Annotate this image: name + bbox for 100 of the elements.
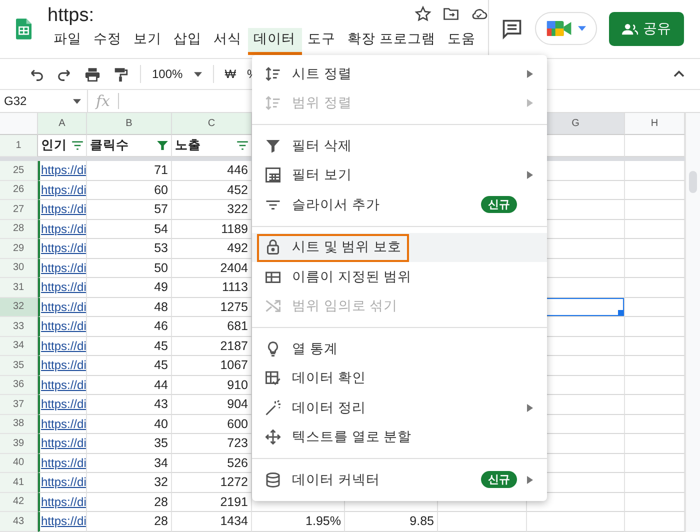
menu-item[interactable]: 슬라이서 추가 신규 (252, 190, 547, 220)
comment-icon[interactable] (501, 18, 523, 40)
table-cell: 50 (87, 258, 172, 278)
link-cell[interactable]: https://di (38, 258, 87, 278)
link-cell[interactable]: https://di (38, 376, 87, 395)
share-button[interactable]: 공유 (609, 12, 684, 46)
table-cell: 53 (87, 239, 172, 258)
caret-icon[interactable] (194, 72, 202, 76)
menu-item[interactable]: 시트 및 범위 보호 (252, 232, 547, 262)
row-number[interactable]: 28 (0, 220, 38, 239)
table-cell: 49 (87, 278, 172, 298)
table-cell: 28 (87, 492, 172, 512)
column-header[interactable]: B (87, 113, 172, 135)
link-cell[interactable]: https://di (38, 454, 87, 473)
row-number[interactable]: 39 (0, 434, 38, 454)
submenu-arrow-icon (527, 99, 533, 108)
menu-item[interactable]: 서식 (208, 28, 248, 55)
document-title[interactable]: https: (48, 5, 94, 27)
row-number[interactable]: 25 (0, 161, 38, 180)
menu-item[interactable]: 도구 (302, 28, 342, 55)
link-cell[interactable]: https://di (38, 239, 87, 258)
row-number[interactable]: 26 (0, 180, 38, 200)
sort-icon (264, 94, 282, 112)
submenu-arrow-icon (527, 476, 533, 484)
row-number[interactable]: 43 (0, 512, 38, 532)
name-box[interactable]: G32 (4, 94, 27, 108)
person-icon (622, 22, 638, 34)
filter-lines-icon[interactable] (237, 141, 248, 150)
funnel-icon[interactable] (157, 141, 168, 150)
new-badge: 신규 (481, 471, 517, 488)
table-cell: 54 (87, 220, 172, 239)
submenu-arrow-icon (527, 171, 533, 180)
link-cell[interactable]: https://di (38, 434, 87, 454)
link-cell[interactable]: https://di (38, 180, 87, 200)
column-header[interactable]: C (172, 113, 252, 135)
row-number[interactable]: 1 (0, 135, 38, 157)
link-cell[interactable]: https://di (38, 298, 87, 317)
filter-lines-icon[interactable] (72, 141, 83, 150)
row-number[interactable]: 29 (0, 239, 38, 258)
menu-item[interactable]: 수정 (88, 28, 128, 55)
menu-item[interactable]: 이름이 지정된 범위 (252, 262, 547, 292)
link-cell[interactable]: https://di (38, 317, 87, 336)
menu-item[interactable]: 삽입 (168, 28, 208, 55)
row-number[interactable]: 32 (0, 298, 38, 317)
row-number[interactable]: 31 (0, 278, 38, 298)
currency-format-button[interactable]: ₩ (224, 67, 236, 81)
scrollbar-thumb[interactable] (689, 171, 697, 193)
zoom-dropdown[interactable]: 100% (152, 67, 183, 81)
menu-item[interactable]: 데이터 정리 (252, 393, 547, 422)
row-number[interactable]: 34 (0, 336, 38, 356)
table-cell: 60 (87, 180, 172, 200)
menu-item[interactable]: 확장 프로그램 (342, 28, 442, 55)
sort-icon (264, 64, 282, 83)
link-cell[interactable]: https://di (38, 161, 87, 180)
row-number[interactable]: 41 (0, 473, 38, 492)
star-icon[interactable] (414, 5, 432, 23)
menu-item[interactable]: 데이터 (248, 28, 302, 55)
link-cell[interactable]: https://di (38, 473, 87, 492)
row-number[interactable]: 42 (0, 492, 38, 512)
row-number[interactable]: 35 (0, 356, 38, 376)
link-cell[interactable]: https://di (38, 220, 87, 239)
link-cell[interactable]: https://di (38, 492, 87, 512)
menu-item[interactable]: 텍스트를 열로 분할 (252, 422, 547, 452)
table-cell: 46 (87, 317, 172, 336)
row-number[interactable]: 30 (0, 258, 38, 278)
table-cell: 71 (87, 161, 172, 180)
video-call-button[interactable] (535, 12, 597, 45)
print-icon[interactable] (84, 66, 101, 82)
link-cell[interactable]: https://di (38, 278, 87, 298)
menu-item[interactable]: 파일 (48, 28, 88, 55)
table-cell: 32 (87, 473, 172, 492)
table-cell: 34 (87, 454, 172, 473)
column-header[interactable]: A (38, 113, 87, 135)
table-cell: 45 (87, 356, 172, 376)
row-number[interactable]: 40 (0, 454, 38, 473)
menu-item[interactable]: 시트 정렬 (252, 59, 547, 88)
link-cell[interactable]: https://di (38, 395, 87, 414)
row-number[interactable]: 33 (0, 317, 38, 336)
table-cell: 1.95% (252, 512, 345, 532)
link-cell[interactable]: https://di (38, 356, 87, 376)
menu-item[interactable]: 필터 보기 (252, 160, 547, 190)
menu-item[interactable]: 보기 (128, 28, 168, 55)
menu-item[interactable]: 데이터 커넥터 신규 (252, 465, 547, 494)
row-number[interactable]: 36 (0, 376, 38, 395)
link-cell[interactable]: https://di (38, 200, 87, 220)
paint-format-icon[interactable] (112, 66, 129, 82)
caret-icon[interactable] (73, 98, 81, 104)
menu-item[interactable]: 데이터 확인 (252, 364, 547, 393)
folder-icon[interactable] (442, 5, 460, 23)
submenu-arrow-icon (527, 404, 533, 412)
row-number[interactable]: 37 (0, 395, 38, 414)
link-cell[interactable]: https://di (38, 512, 87, 532)
row-number[interactable]: 27 (0, 200, 38, 220)
link-cell[interactable]: https://di (38, 414, 87, 434)
scrollbar-track[interactable] (685, 113, 700, 532)
menu-item[interactable]: 열 통계 (252, 334, 547, 364)
menu-item[interactable]: 도움 (441, 28, 482, 55)
column-header[interactable]: H (625, 113, 685, 135)
row-number[interactable]: 38 (0, 414, 38, 434)
link-cell[interactable]: https://di (38, 336, 87, 356)
